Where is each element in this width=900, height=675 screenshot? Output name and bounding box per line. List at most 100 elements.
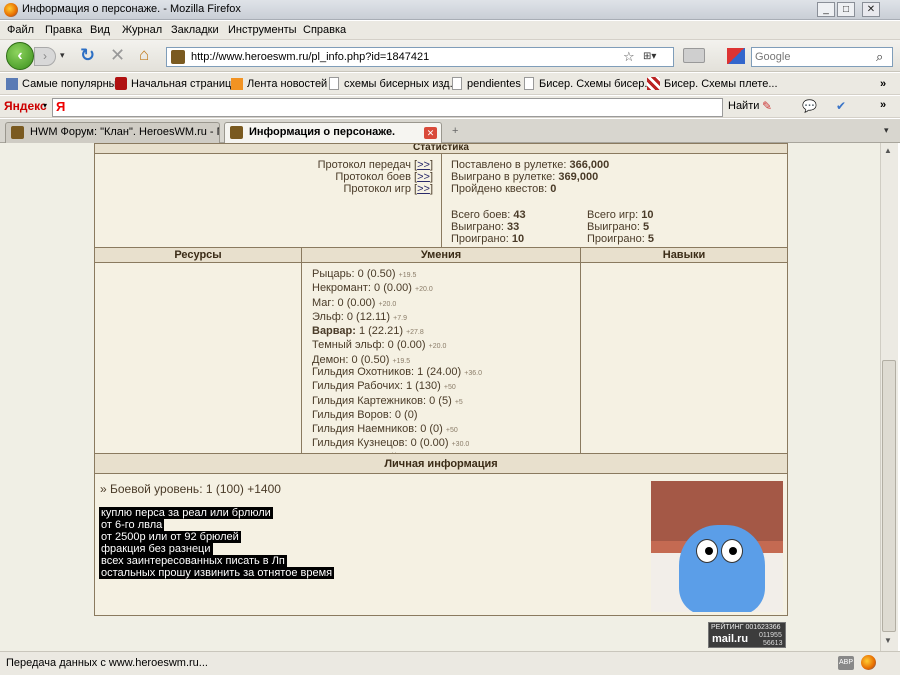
camera-icon[interactable]	[683, 48, 705, 63]
skills-list: Рыцарь: 0 (0.50) +19.5 Некромант: 0 (0.00…	[312, 268, 446, 368]
window-titlebar: Информация о персонаже. - Mozilla Firefo…	[0, 0, 900, 20]
star-icon[interactable]: ☆	[623, 49, 635, 65]
yandex-find-button[interactable]: Найти	[728, 100, 759, 112]
chevron-down-icon[interactable]: ▾	[43, 101, 47, 110]
combat-level: » Боевой уровень: 1 (100) +1400	[100, 482, 281, 496]
personal-line: фракция без разнеци	[99, 543, 399, 555]
protocol-games-link[interactable]: >>	[417, 183, 430, 195]
guild-name: Гильдия Рабочих:	[312, 380, 403, 393]
close-window-button[interactable]: ✕	[862, 2, 880, 17]
home-icon[interactable]: ⌂	[139, 45, 149, 65]
skill-name: Темный эльф:	[312, 339, 385, 352]
search-icon[interactable]: ⌕	[876, 49, 883, 65]
bookmark-news[interactable]: Лента новостей	[247, 78, 327, 90]
menu-tools[interactable]: Инструменты	[228, 24, 297, 36]
games-won-label: Выиграно:	[587, 221, 640, 233]
back-button[interactable]: ‹	[6, 42, 34, 70]
url-bar[interactable]: http://www.heroeswm.ru/pl_info.php?id=18…	[166, 47, 674, 67]
menu-history[interactable]: Журнал	[122, 24, 162, 36]
guild-value: 1 (24.00)	[417, 366, 462, 378]
tab-list-icon[interactable]: ▾	[884, 125, 889, 136]
guild-name: Гильдия Охотников:	[312, 366, 415, 378]
personal-text: куплю перса за реал или брлюли от 6-го лв…	[99, 507, 399, 579]
tab-forum[interactable]: HWM Форум: "Клан". HeroesWM.ru - Г...	[5, 122, 220, 143]
skill-delta: +7.9	[393, 314, 407, 322]
search-box[interactable]: Google ⌕	[751, 47, 893, 67]
personal-line: от 6-го лвла	[99, 519, 399, 531]
maximize-button[interactable]: □	[837, 2, 855, 17]
quests-value: 0	[550, 183, 557, 195]
scrollbar-thumb[interactable]	[882, 360, 896, 632]
toolbar-overflow-icon[interactable]: »	[880, 99, 886, 111]
guild-row: Гильдия Кузнецов: 0 (0.00) +30.0	[312, 437, 484, 451]
adblock-icon[interactable]: ABP	[838, 656, 854, 670]
bookmarks-overflow-icon[interactable]: »	[880, 78, 886, 90]
games-total-label: Всего игр:	[587, 209, 639, 221]
skill-name: Некромант:	[312, 282, 371, 295]
battles-total-value: 43	[513, 209, 526, 221]
tab-character-info[interactable]: Информация о персонаже. ✕	[224, 122, 442, 143]
personal-line-text: остальных прошу извинить за отнятое врем…	[99, 567, 335, 579]
games-lost-label: Проиграно:	[587, 233, 645, 245]
bookmark-beads-2[interactable]: Бисер. Схемы плете...	[664, 78, 778, 90]
yandex-search-input[interactable]: Я	[52, 98, 723, 117]
minimize-button[interactable]: _	[817, 2, 835, 17]
new-tab-icon[interactable]: +	[452, 125, 458, 137]
url-text: http://www.heroeswm.ru/pl_info.php?id=18…	[191, 51, 430, 63]
google-engine-icon[interactable]	[727, 48, 745, 64]
check-icon[interactable]: ✔	[836, 99, 846, 113]
bookmark-schemes[interactable]: схемы бисерных изд...	[344, 78, 459, 90]
avatar-pupil	[705, 547, 713, 555]
forward-button[interactable]: ›	[34, 47, 56, 66]
skill-value: 0 (0.00)	[337, 296, 376, 309]
history-dropdown-icon[interactable]: ▾	[60, 50, 65, 61]
menu-help[interactable]: Справка	[303, 24, 346, 36]
guild-name: Гильдия Наемников:	[312, 423, 418, 436]
bookmark-pendientes[interactable]: pendientes	[467, 78, 521, 90]
protocol-transfers-link[interactable]: >>	[417, 159, 430, 171]
skill-name: Варвар:	[312, 325, 356, 338]
menu-view[interactable]: Вид	[90, 24, 110, 36]
mailru-counter[interactable]: РЕЙТИНГ 001623366 mail.ru 011955 56613	[708, 622, 786, 648]
yandex-logo-icon: Я	[56, 99, 66, 114]
counter-value-1: 011955	[759, 632, 782, 639]
skill-value: 0 (0.00)	[374, 282, 412, 295]
skill-row: Некромант: 0 (0.00) +20.0	[312, 282, 446, 296]
skill-delta: +27.8	[406, 329, 424, 337]
roulette-stats: Поставлено в рулетке: 366,000 Выиграно в…	[451, 159, 771, 195]
close-tab-icon[interactable]: ✕	[424, 127, 437, 139]
feed-icon[interactable]: ⊞▾	[643, 51, 656, 62]
status-bar: Передача данных с www.heroeswm.ru... ABP	[0, 651, 900, 675]
firefox-icon	[4, 3, 18, 17]
skills-header: Умения	[301, 248, 580, 263]
bookmark-home[interactable]: Начальная страница	[131, 78, 237, 90]
firefox-status-icon[interactable]	[861, 655, 876, 670]
yandex-label[interactable]: Яндекс	[4, 99, 47, 113]
search-input[interactable]: Google	[755, 51, 790, 63]
bookmark-popular[interactable]: Самые популярные	[22, 78, 123, 90]
menu-edit[interactable]: Правка	[45, 24, 82, 36]
divider	[301, 263, 302, 453]
skill-name: Демон:	[312, 353, 349, 366]
protocol-battles-label: Протокол боев	[335, 171, 411, 183]
protocol-battles-link[interactable]: >>	[417, 171, 430, 183]
pencil-icon[interactable]: ✎	[762, 99, 772, 113]
tab-bar: HWM Форум: "Клан". HeroesWM.ru - Г... Ин…	[0, 119, 900, 143]
site-favicon	[171, 50, 185, 64]
menu-file[interactable]: Файл	[7, 24, 34, 36]
games-total-value: 10	[641, 209, 654, 221]
chat-icon[interactable]: 💬	[802, 99, 817, 113]
skill-value: 0 (12.11)	[346, 310, 391, 323]
scroll-down-icon[interactable]: ▼	[884, 636, 892, 645]
talents-header: Навыки	[580, 248, 787, 263]
skill-row: Варвар: 1 (22.21) +27.8	[312, 325, 446, 339]
reload-icon[interactable]: ↻	[80, 45, 95, 66]
skill-value: 0 (0.50)	[351, 353, 390, 366]
bookmark-beads-1[interactable]: Бисер. Схемы бисер....	[539, 78, 657, 90]
protocol-item: Протокол игр [>>]	[343, 183, 433, 195]
menu-bookmarks[interactable]: Закладки	[171, 24, 219, 36]
stop-icon[interactable]: ✕	[110, 45, 125, 66]
menu-bar: Файл Правка Вид Журнал Закладки Инструме…	[0, 21, 900, 40]
avatar-creature	[679, 525, 765, 612]
scroll-up-icon[interactable]: ▲	[884, 146, 892, 155]
